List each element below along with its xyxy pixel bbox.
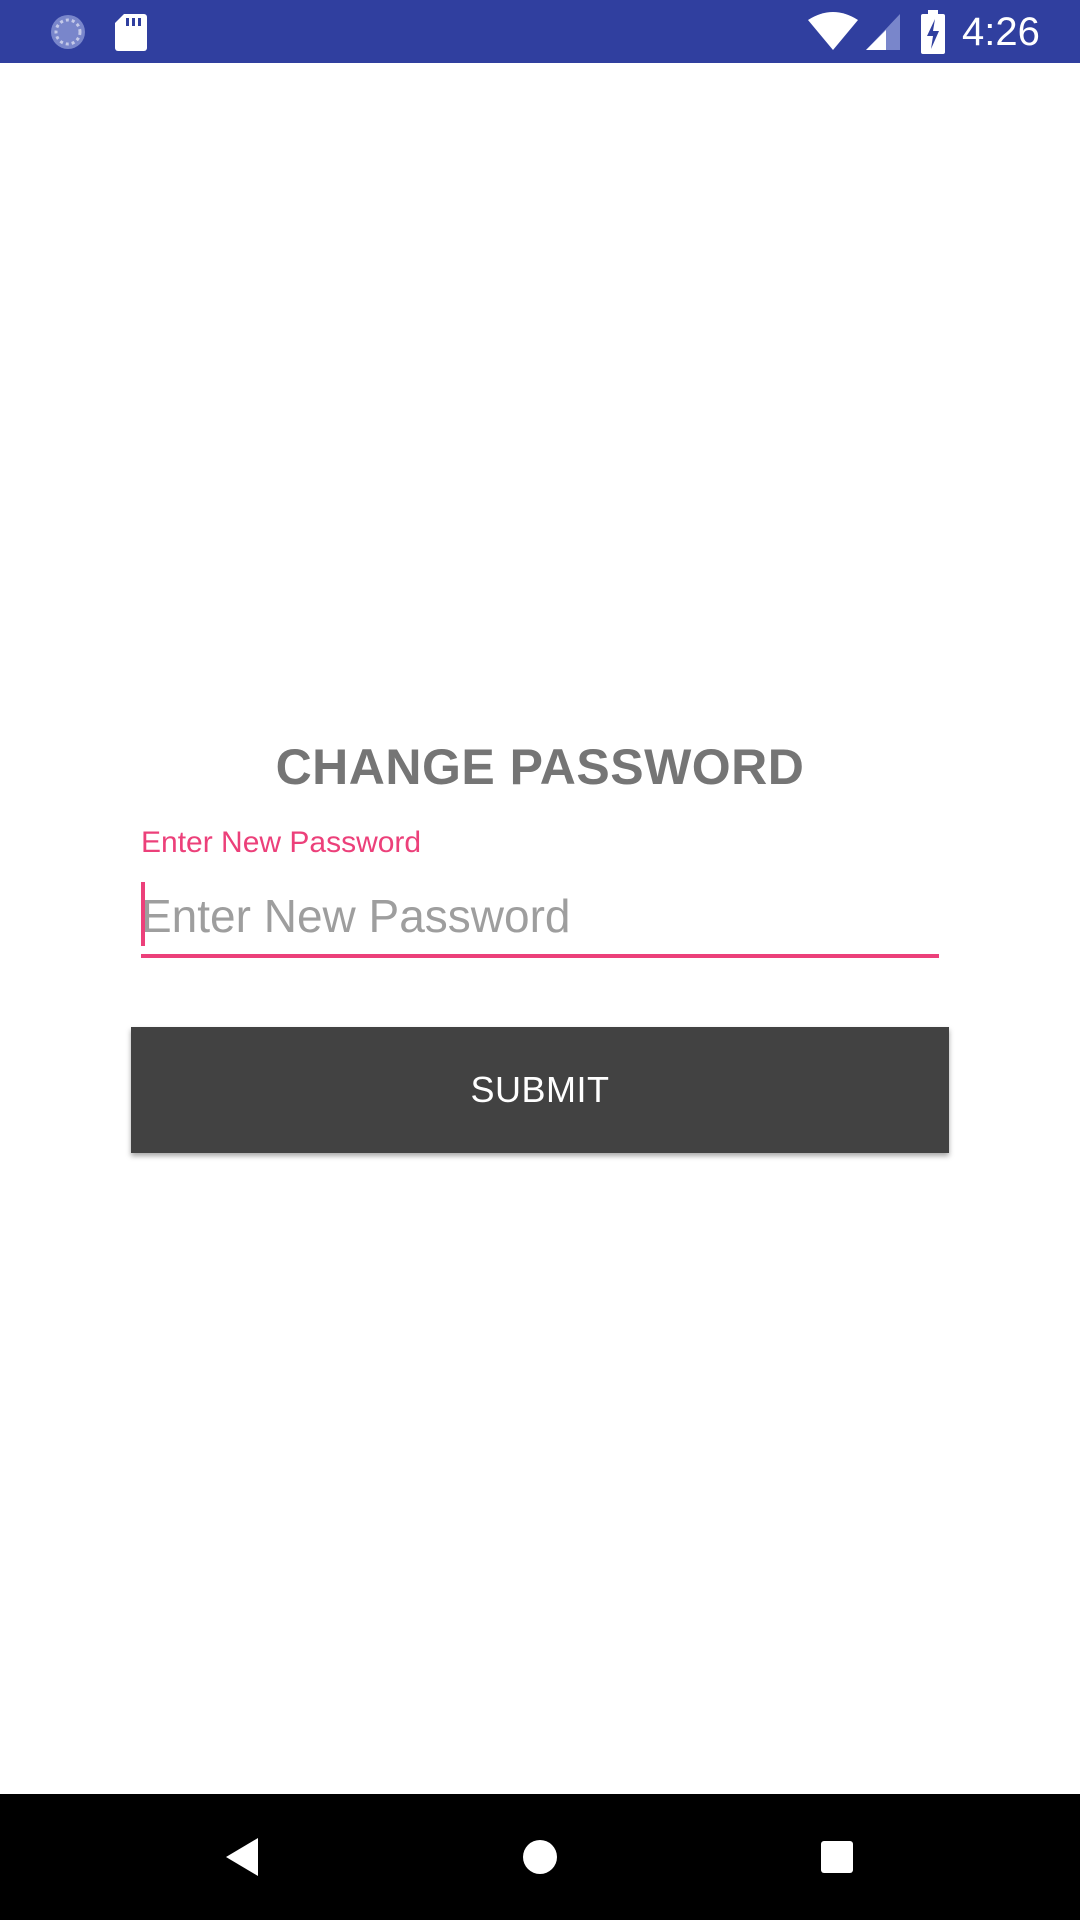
status-bar: 4:26 — [0, 0, 1080, 63]
password-floating-label: Enter New Password — [141, 826, 422, 859]
navigation-bar — [0, 1794, 1080, 1920]
signal-icon — [864, 12, 902, 57]
home-icon[interactable] — [515, 1832, 565, 1882]
sync-icon — [48, 12, 88, 57]
wifi-icon — [808, 12, 858, 57]
text-cursor — [141, 882, 145, 946]
submit-button[interactable]: SUBMIT — [131, 1027, 949, 1153]
page-title: CHANGE PASSWORD — [275, 739, 805, 795]
status-clock: 4:26 — [962, 10, 1040, 54]
recents-icon[interactable] — [812, 1832, 862, 1882]
password-field[interactable] — [141, 880, 939, 958]
back-icon[interactable] — [218, 1832, 268, 1882]
sd-card-icon — [114, 12, 148, 57]
battery-charging-icon — [920, 10, 946, 59]
change-password-screen: 4:26 CHANGE PASSWORD Enter New Password … — [0, 0, 1080, 1920]
new-password-input[interactable] — [141, 880, 939, 952]
